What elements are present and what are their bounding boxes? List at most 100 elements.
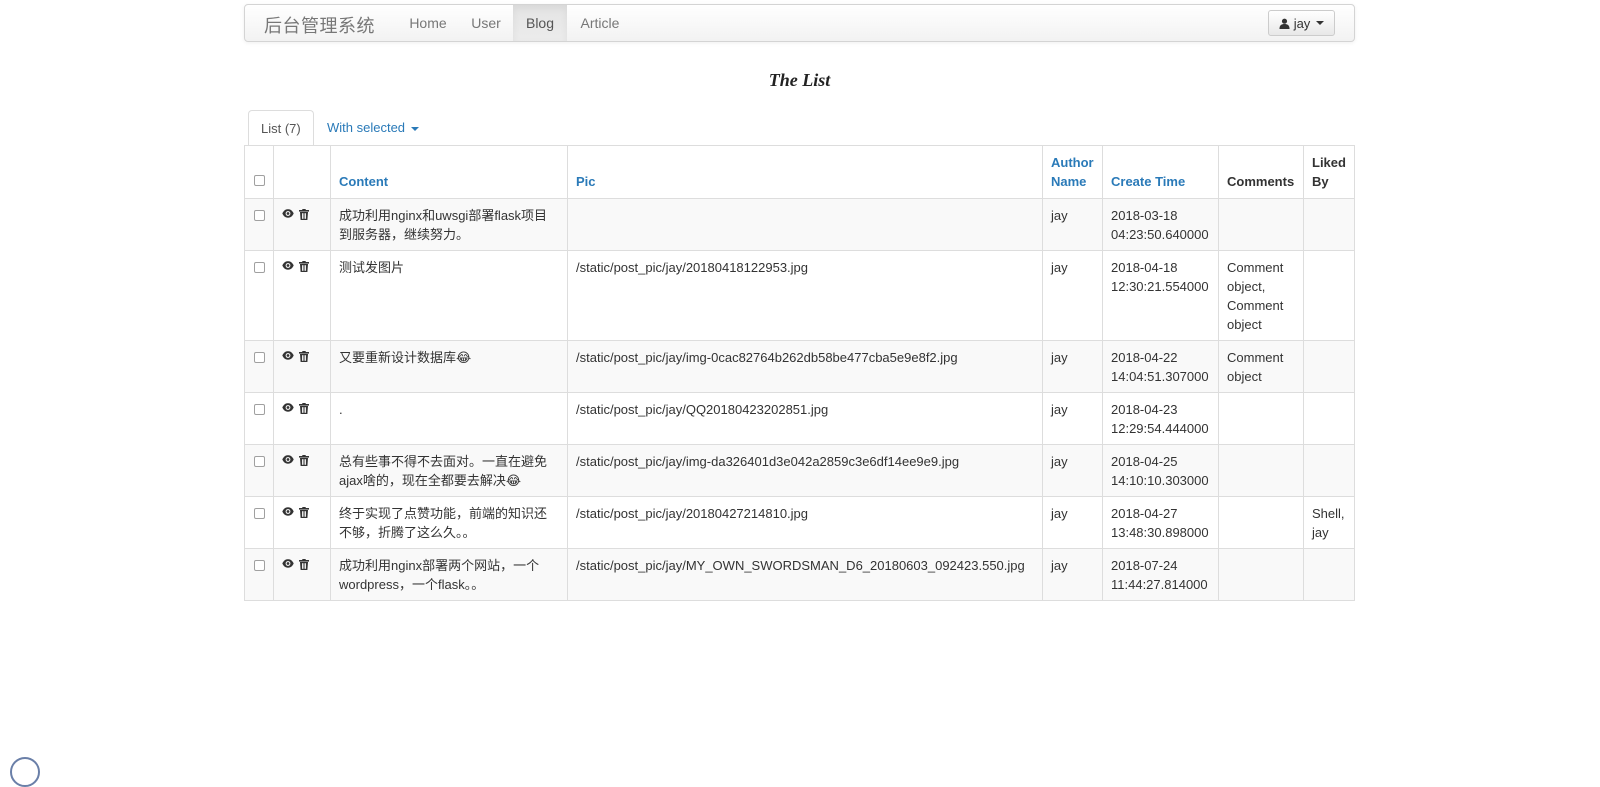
author-cell: jay xyxy=(1042,340,1103,393)
table-row: 总有些事不得不去面对。一直在避免ajax啥的，现在全都要去解决😂/static/… xyxy=(244,444,1355,497)
author-cell: jay xyxy=(1042,392,1103,445)
comments-cell: Comment object xyxy=(1218,340,1304,393)
content-cell: 总有些事不得不去面对。一直在避免ajax啥的，现在全都要去解决😂 xyxy=(330,444,568,497)
row-select-cell xyxy=(244,496,274,549)
trash-icon[interactable] xyxy=(299,455,309,466)
select-all-checkbox[interactable] xyxy=(253,175,265,186)
pic-cell: /static/post_pic/jay/20180418122953.jpg xyxy=(567,250,1043,341)
caret-down-icon xyxy=(1316,21,1325,25)
row-select-cell xyxy=(244,340,274,393)
create-time-cell: 2018-03-18 04:23:50.640000 xyxy=(1102,198,1219,251)
table-header-row: Content Pic Author Name Create Time Comm… xyxy=(244,145,1355,199)
page-title: The List xyxy=(768,70,831,90)
author-name-header[interactable]: Author Name xyxy=(1042,145,1103,199)
pic-cell: /static/post_pic/jay/img-0cac82764b262db… xyxy=(567,340,1043,393)
content-cell: 又要重新设计数据库😂 xyxy=(330,340,568,393)
comments-cell xyxy=(1218,444,1304,497)
liked-by-cell xyxy=(1303,392,1355,445)
trash-icon[interactable] xyxy=(299,351,309,362)
liked-by-cell xyxy=(1303,198,1355,251)
trash-icon[interactable] xyxy=(299,209,309,220)
row-checkbox[interactable] xyxy=(253,560,265,571)
row-actions xyxy=(273,496,331,549)
row-actions xyxy=(273,392,331,445)
row-select-cell xyxy=(244,392,274,445)
comments-cell xyxy=(1218,392,1304,445)
user-menu-label: jay xyxy=(1293,15,1311,31)
row-checkbox[interactable] xyxy=(253,456,265,467)
row-checkbox[interactable] xyxy=(253,404,265,415)
eye-icon[interactable] xyxy=(282,261,294,270)
content-cell: 成功利用nginx部署两个网站，一个wordpress，一个flask。。 xyxy=(330,548,568,601)
create-time-cell: 2018-04-25 14:10:10.303000 xyxy=(1102,444,1219,497)
table-row: 成功利用nginx和uwsgi部署flask项目到服务器，继续努力。 jay 201… xyxy=(244,198,1355,251)
liked-by-header: Liked By xyxy=(1303,145,1355,199)
pic-cell: /static/post_pic/jay/MY_OWN_SWORDSMAN_D6… xyxy=(567,548,1043,601)
eye-icon[interactable] xyxy=(282,403,294,412)
content-header[interactable]: Content xyxy=(330,145,568,199)
create-time-cell: 2018-04-18 12:30:21.554000 xyxy=(1102,250,1219,341)
row-checkbox[interactable] xyxy=(253,210,265,221)
nav-item-user[interactable]: User xyxy=(459,5,513,41)
create-time-cell: 2018-04-22 14:04:51.307000 xyxy=(1102,340,1219,393)
pic-cell: /static/post_pic/jay/20180427214810.jpg xyxy=(567,496,1043,549)
nav-item-blog[interactable]: Blog xyxy=(513,5,567,41)
liked-by-cell xyxy=(1303,250,1355,341)
eye-icon[interactable] xyxy=(282,209,294,218)
row-checkbox[interactable] xyxy=(253,508,265,519)
comments-cell xyxy=(1218,496,1304,549)
table-row: 终于实现了点赞功能，前端的知识还不够，折腾了这么久。。/static/post_… xyxy=(244,496,1355,549)
tab-list-label: List (7) xyxy=(261,121,301,136)
pic-cell xyxy=(567,198,1043,251)
eye-icon[interactable] xyxy=(282,559,294,568)
author-cell: jay xyxy=(1042,250,1103,341)
author-cell: jay xyxy=(1042,496,1103,549)
eye-icon[interactable] xyxy=(282,507,294,516)
tab-list[interactable]: List (7) xyxy=(248,110,314,145)
trash-icon[interactable] xyxy=(299,261,309,272)
table-row: ./static/post_pic/jay/QQ20180423202851.j… xyxy=(244,392,1355,445)
create-time-header[interactable]: Create Time xyxy=(1102,145,1219,199)
nav-item-article[interactable]: Article xyxy=(567,5,633,41)
with-selected-dropdown[interactable]: With selected xyxy=(327,110,419,145)
create-time-cell: 2018-04-27 13:48:30.898000 xyxy=(1102,496,1219,549)
eye-icon[interactable] xyxy=(282,351,294,360)
row-actions xyxy=(273,250,331,341)
nav-item-home[interactable]: Home xyxy=(397,5,459,41)
with-selected-label: With selected xyxy=(327,120,406,135)
row-actions xyxy=(273,444,331,497)
create-time-cell: 2018-07-24 11:44:27.814000 xyxy=(1102,548,1219,601)
actions-header xyxy=(273,145,331,199)
row-actions xyxy=(273,340,331,393)
liked-by-cell xyxy=(1303,548,1355,601)
liked-by-cell xyxy=(1303,444,1355,497)
pic-cell: /static/post_pic/jay/QQ20180423202851.jp… xyxy=(567,392,1043,445)
content-cell: 终于实现了点赞功能，前端的知识还不够，折腾了这么久。。 xyxy=(330,496,568,549)
content-cell: . xyxy=(330,392,568,445)
row-select-cell xyxy=(244,250,274,341)
trash-icon[interactable] xyxy=(299,559,309,570)
row-checkbox[interactable] xyxy=(253,352,265,363)
trash-icon[interactable] xyxy=(299,403,309,414)
comments-cell xyxy=(1218,198,1304,251)
pic-header[interactable]: Pic xyxy=(567,145,1043,199)
content-cell: 成功利用nginx和uwsgi部署flask项目到服务器，继续努力。 xyxy=(330,198,568,251)
data-table: Content Pic Author Name Create Time Comm… xyxy=(244,145,1355,601)
top-navbar: 后台管理系统 Home User Blog Article jay xyxy=(244,4,1355,42)
comments-cell: Comment object, Comment object xyxy=(1218,250,1304,341)
pic-cell: /static/post_pic/jay/img-da326401d3e042a… xyxy=(567,444,1043,497)
navbar-brand[interactable]: 后台管理系统 xyxy=(264,12,375,38)
create-time-cell: 2018-04-23 12:29:54.444000 xyxy=(1102,392,1219,445)
table-row: 又要重新设计数据库😂/static/post_pic/jay/img-0cac8… xyxy=(244,340,1355,393)
user-menu-button[interactable]: jay xyxy=(1268,10,1335,36)
eye-icon[interactable] xyxy=(282,455,294,464)
author-cell: jay xyxy=(1042,548,1103,601)
author-cell: jay xyxy=(1042,198,1103,251)
comments-header: Comments xyxy=(1218,145,1304,199)
row-checkbox[interactable] xyxy=(253,262,265,273)
caret-down-icon xyxy=(410,126,419,131)
trash-icon[interactable] xyxy=(299,507,309,518)
table-row: 成功利用nginx部署两个网站，一个wordpress，一个flask。。/st… xyxy=(244,548,1355,601)
comments-cell xyxy=(1218,548,1304,601)
author-cell: jay xyxy=(1042,444,1103,497)
